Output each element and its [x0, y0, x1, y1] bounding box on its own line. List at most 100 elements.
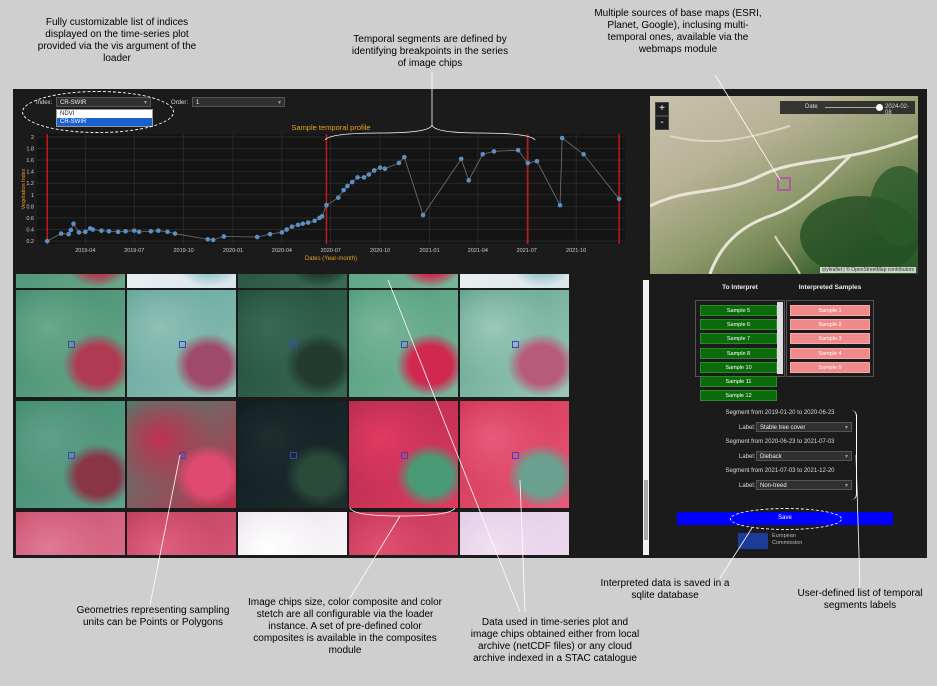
zoom-in-button[interactable]: + — [655, 102, 669, 116]
data-point — [324, 202, 329, 208]
y-tick-label: 0.6 — [26, 216, 34, 222]
data-point — [68, 227, 74, 233]
date-slider-track[interactable] — [825, 107, 880, 108]
image-chip — [349, 290, 458, 397]
data-point — [466, 178, 472, 183]
interpreted-sample[interactable]: Sample 9 — [790, 361, 870, 373]
data-point — [165, 229, 170, 235]
data-point — [83, 229, 88, 235]
note-data: Data used in time-series plot and image … — [470, 617, 640, 664]
x-tick-label: 2019-10 — [174, 248, 194, 254]
data-point — [136, 229, 142, 235]
image-chip — [460, 274, 569, 288]
data-point — [396, 160, 402, 166]
to-interpret-sample[interactable]: Sample 12 — [700, 390, 777, 402]
chevron-down-icon: ▾ — [277, 100, 281, 106]
segment-label-value: Non-treed — [760, 483, 787, 489]
x-tick-label: 2020-10 — [370, 248, 390, 254]
data-point — [515, 147, 521, 153]
x-tick-label: 2019-04 — [75, 248, 95, 254]
note-indices: Fully customizable list of indices displ… — [37, 17, 197, 64]
order-label: Order: — [171, 100, 189, 106]
y-axis-label: Vegetation Index — [21, 168, 27, 209]
data-point — [371, 168, 377, 173]
data-point — [420, 212, 426, 218]
panel-scrollbar[interactable] — [643, 280, 649, 555]
data-point — [559, 135, 565, 141]
to-interpret-sample[interactable]: Sample 6 — [700, 319, 777, 331]
to-interpret-scrollbar[interactable] — [777, 302, 783, 374]
data-point — [382, 166, 388, 172]
image-chip — [460, 512, 569, 555]
y-tick-label: 1.6 — [26, 158, 34, 164]
data-point — [557, 202, 563, 208]
image-chips-grid — [16, 274, 570, 555]
x-tick-label: 2020-04 — [272, 248, 292, 254]
sampling-unit-marker — [511, 451, 519, 459]
map-attribution: ipyleaflet | © OpenStreetMap contributor… — [820, 267, 916, 273]
date-slider-handle[interactable] — [876, 104, 883, 111]
data-point — [349, 179, 355, 185]
interpreted-samples-title: Interpreted Samples — [798, 284, 862, 291]
data-point — [210, 237, 216, 243]
scrollbar-thumb[interactable] — [644, 480, 648, 540]
data-point — [156, 228, 161, 233]
data-point — [71, 221, 76, 227]
image-chip — [349, 274, 458, 288]
image-chip — [238, 290, 347, 397]
data-point — [76, 230, 82, 235]
image-chip — [127, 290, 236, 397]
sampling-unit-marker — [178, 340, 186, 348]
segment-label-select[interactable]: Non-treed ▾ — [756, 480, 852, 490]
zoom-out-button[interactable]: - — [655, 116, 669, 130]
sampling-unit-marker — [400, 340, 408, 348]
data-point — [361, 175, 367, 180]
data-point — [341, 187, 346, 193]
image-chip — [238, 512, 347, 555]
y-tick-label: 1.8 — [26, 146, 34, 152]
data-point — [205, 237, 211, 242]
data-point — [319, 213, 325, 219]
sampling-unit-marker — [289, 340, 297, 348]
basemap[interactable]: + - Date 2024-02-08 ipyleaflet | © OpenS… — [650, 96, 918, 274]
data-point — [305, 220, 311, 225]
data-point — [279, 230, 285, 235]
interpreted-sample[interactable]: Sample 4 — [790, 347, 870, 359]
order-select[interactable]: 1 ▾ — [192, 97, 285, 107]
to-interpret-sample[interactable]: Sample 5 — [700, 305, 777, 316]
image-chip — [127, 401, 236, 508]
interpreted-sample[interactable]: Sample 1 — [790, 305, 870, 316]
y-tick-label: 1 — [31, 193, 34, 199]
data-point — [458, 156, 464, 162]
chevron-down-icon: ▾ — [844, 483, 848, 489]
data-point — [148, 228, 154, 234]
image-chip — [349, 512, 458, 555]
chevron-down-icon: ▾ — [844, 454, 848, 460]
to-interpret-sample[interactable]: Sample 10 — [700, 361, 777, 373]
segment-label-select[interactable]: Dieback ▾ — [756, 451, 852, 461]
chevron-down-icon: ▾ — [844, 425, 848, 431]
to-interpret-sample[interactable]: Sample 11 — [700, 376, 777, 387]
to-interpret-sample[interactable]: Sample 7 — [700, 333, 777, 345]
sampling-unit-marker — [178, 451, 186, 459]
data-point — [335, 195, 341, 200]
segment-label-value: Stable tree cover — [760, 425, 806, 431]
note-chips: Image chips size, color composite and co… — [248, 597, 442, 656]
date-slider-box: Date 2024-02-08 — [780, 101, 915, 116]
interpreted-sample[interactable]: Sample 3 — [790, 333, 870, 345]
note-segments: Temporal segments are defined by identif… — [351, 34, 509, 69]
segment-title: Segment from 2021-07-03 to 2021-12-20 — [725, 468, 835, 474]
data-point — [106, 228, 112, 234]
image-chip — [127, 274, 236, 288]
to-interpret-title: To Interpret — [722, 284, 758, 291]
note-labels: User-defined list of temporal segments l… — [797, 588, 923, 611]
date-slider-label: Date — [805, 104, 818, 110]
to-interpret-sample[interactable]: Sample 8 — [700, 347, 777, 359]
note-saved: Interpreted data is saved in a sqlite da… — [600, 578, 730, 601]
image-chip — [349, 401, 458, 508]
segment-label-select[interactable]: Stable tree cover ▾ — [756, 422, 852, 432]
segment-label-caption: Label: — [739, 483, 756, 489]
index-highlight-ellipse — [22, 91, 174, 133]
interpreted-sample[interactable]: Sample 2 — [790, 319, 870, 331]
segment-label-value: Dieback — [760, 454, 782, 460]
